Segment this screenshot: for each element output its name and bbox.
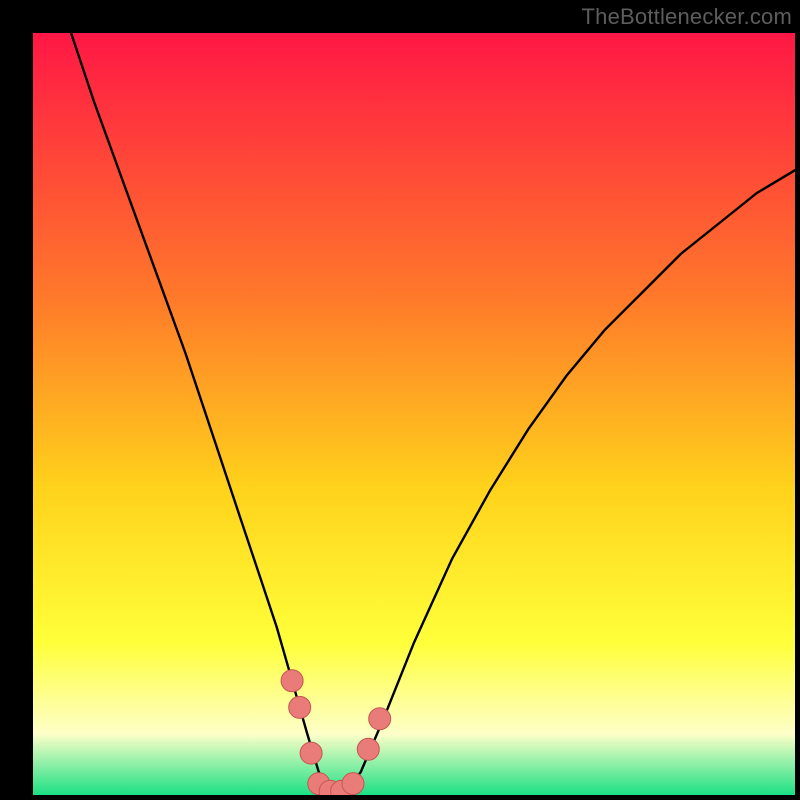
bottleneck-chart <box>33 33 795 795</box>
curve-marker <box>281 670 303 692</box>
attribution-label: TheBottlenecker.com <box>582 4 792 30</box>
curve-marker <box>357 738 379 760</box>
curve-marker <box>289 696 311 718</box>
chart-frame: TheBottlenecker.com <box>0 0 800 800</box>
curve-marker <box>369 708 391 730</box>
gradient-background <box>33 33 795 795</box>
plot-area <box>33 33 795 795</box>
curve-marker <box>300 742 322 764</box>
curve-marker <box>342 773 364 795</box>
